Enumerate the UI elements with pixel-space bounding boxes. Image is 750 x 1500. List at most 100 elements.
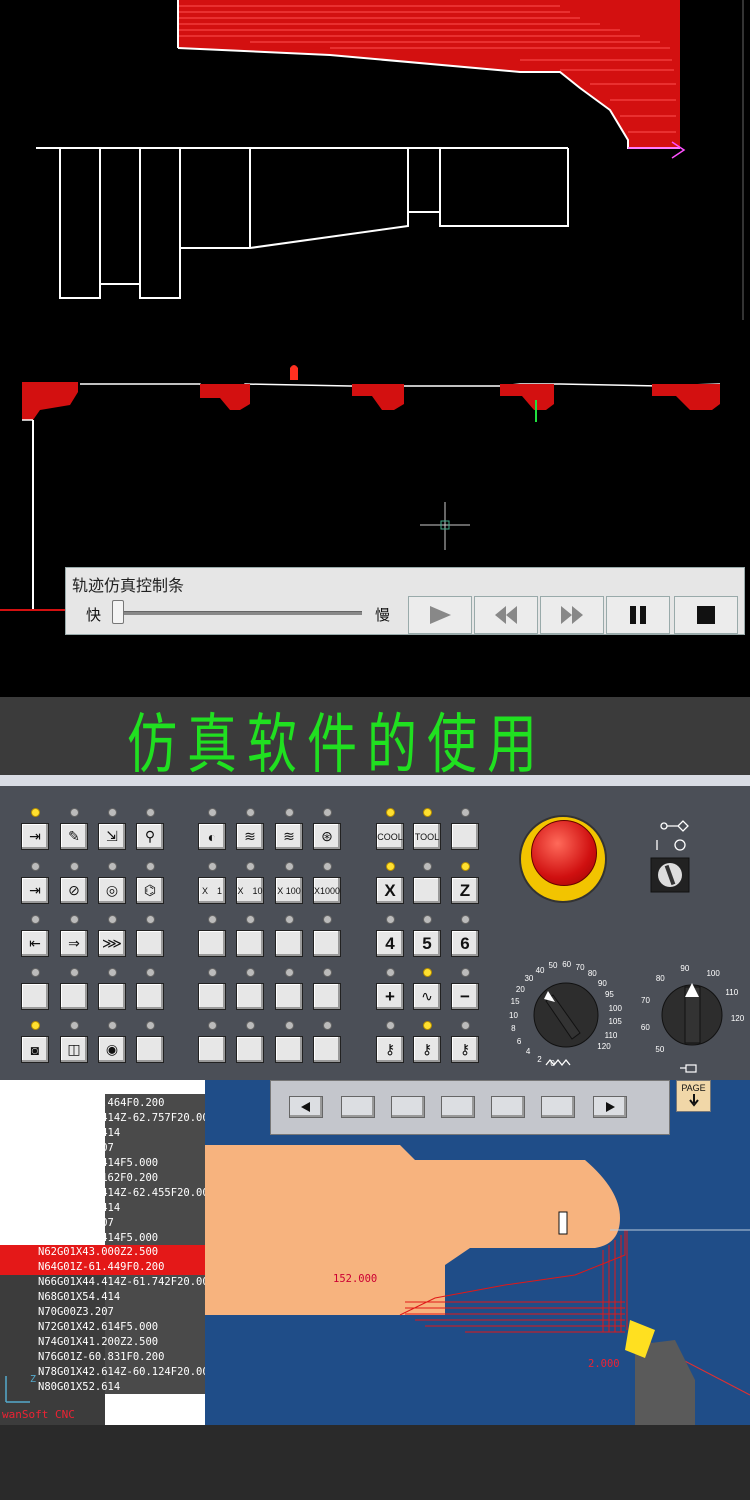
program-line[interactable]: N56G00Z3.207 <box>38 1217 114 1229</box>
stop-button[interactable] <box>674 596 738 634</box>
softkey-2[interactable] <box>391 1096 425 1118</box>
page-button[interactable]: PAGE <box>676 1080 711 1112</box>
panel-key-g0-r4-c2[interactable]: ◉ <box>98 1036 126 1063</box>
axis-x-button[interactable]: X <box>376 877 404 904</box>
program-line[interactable]: N64G01Z-61.449F0.200 <box>38 1261 164 1273</box>
fast-forward-button[interactable] <box>540 596 604 634</box>
panel-key-g1-r0-c3[interactable]: ⊛ <box>313 823 341 850</box>
edit-mode-icon: ✎ <box>68 828 80 844</box>
panel-key-g2-r0-c2[interactable] <box>451 823 479 850</box>
program-line[interactable]: N80G01X52.614 <box>38 1381 120 1393</box>
program-line[interactable]: N76G01Z-60.831F0.200 <box>38 1351 164 1363</box>
speed-slider-track[interactable] <box>114 611 362 615</box>
panel-key-g1-r3-c2[interactable] <box>275 983 303 1010</box>
panel-key-g2-r4-c0[interactable]: ⚷ <box>376 1036 404 1063</box>
program-line[interactable]: N54G00X47.414 <box>38 1202 120 1214</box>
panel-key-g1-r2-c0[interactable] <box>198 930 226 957</box>
program-line[interactable]: N78G01X42.614Z-60.124F20.000 <box>38 1366 205 1378</box>
pause-button[interactable] <box>606 596 670 634</box>
screen-bezel <box>270 1080 670 1135</box>
key-5-button[interactable]: 5 <box>413 930 441 957</box>
jog-plus-button[interactable]: + <box>376 983 404 1010</box>
panel-key-g0-r4-c3[interactable] <box>136 1036 164 1063</box>
panel-key-g0-r3-c0[interactable] <box>21 983 49 1010</box>
panel-key-g0-r3-c1[interactable] <box>60 983 88 1010</box>
panel-key-g2-r4-c1[interactable]: ⚷ <box>413 1036 441 1063</box>
panel-key-g1-r0-c2[interactable]: ≋ <box>275 823 303 850</box>
panel-key-g0-r1-c2[interactable]: ◎ <box>98 877 126 904</box>
program-line[interactable]: N44G00X48.414 <box>38 1127 120 1139</box>
panel-key-g0-r2-c0[interactable]: ⇤ <box>21 930 49 957</box>
program-line[interactable]: N74G01X41.200Z2.500 <box>38 1336 158 1348</box>
panel-key-g1-r4-c1[interactable] <box>236 1036 264 1063</box>
panel-key-g1-r2-c3[interactable] <box>313 930 341 957</box>
panel-key-g0-r2-c2[interactable]: ⋙ <box>98 930 126 957</box>
led-g1-r0-c0 <box>208 808 217 817</box>
panel-key-g1-r0-c0[interactable]: ◐ <box>198 823 226 850</box>
program-line[interactable]: N66G01X44.414Z-61.742F20.000 <box>38 1276 205 1288</box>
softkey-4[interactable] <box>491 1096 525 1118</box>
panel-key-g1-r0-c1[interactable]: ≋ <box>236 823 264 850</box>
speed-slider-thumb[interactable] <box>112 600 124 624</box>
panel-key-g0-r0-c3[interactable]: ⚲ <box>136 823 164 850</box>
panel-key-g0-r4-c1[interactable]: ◫ <box>60 1036 88 1063</box>
program-line[interactable]: N52G01X47.414Z-62.455F20.000 <box>38 1187 205 1199</box>
program-listing-panel: N38G01X47.000Z2.500 N40G01Z-62.464F0.200 N… <box>0 1080 205 1425</box>
feed-dial-tick: 40 <box>535 965 545 975</box>
step-x100-button[interactable]: X 100 <box>275 877 303 904</box>
panel-key-g1-r2-c2[interactable] <box>275 930 303 957</box>
softkey-1[interactable] <box>341 1096 375 1118</box>
play-button[interactable] <box>408 596 472 634</box>
step-x1-button[interactable]: X 1 <box>198 877 226 904</box>
panel-key-g0-r3-c2[interactable] <box>98 983 126 1010</box>
panel-key-g0-r2-c1[interactable]: ⇒ <box>60 930 88 957</box>
panel-key-g0-r2-c3[interactable] <box>136 930 164 957</box>
softkey-left[interactable] <box>289 1096 323 1118</box>
program-line[interactable]: N70G00Z3.207 <box>38 1306 114 1318</box>
program-line[interactable]: N48G01X43.414F5.000 <box>38 1157 158 1169</box>
panel-key-g1-r3-c0[interactable] <box>198 983 226 1010</box>
panel-key-g1-r4-c0[interactable] <box>198 1036 226 1063</box>
program-lock-switch[interactable] <box>648 818 698 896</box>
program-line[interactable]: N60G01X47.414F5.000 <box>38 1232 158 1244</box>
panel-key-g1-r2-c1[interactable] <box>236 930 264 957</box>
led-g0-r0-c1 <box>70 808 79 817</box>
rewind-button[interactable] <box>474 596 538 634</box>
panel-key-g1-r4-c2[interactable] <box>275 1036 303 1063</box>
panel-key-g0-r0-c2[interactable]: ⇲ <box>98 823 126 850</box>
program-line[interactable]: N68G01X54.414 <box>38 1291 120 1303</box>
panel-key-g0-r3-c3[interactable] <box>136 983 164 1010</box>
sim-control-title: 轨迹仿真控制条 <box>72 576 185 595</box>
panel-key-g1-r4-c3[interactable] <box>313 1036 341 1063</box>
jog-minus-button[interactable]: − <box>451 983 479 1010</box>
program-line[interactable]: N50G01X42.162F0.200 <box>38 1172 158 1184</box>
tool-change-button[interactable]: TOOL <box>413 823 441 850</box>
key-6-button[interactable]: 6 <box>451 930 479 957</box>
softkey-right[interactable] <box>593 1096 627 1118</box>
panel-key-g0-r4-c0[interactable]: ◙ <box>21 1036 49 1063</box>
panel-key-g2-r1-c1[interactable] <box>413 877 441 904</box>
axis-z-button[interactable]: Z <box>451 877 479 904</box>
panel-key-g1-r3-c3[interactable] <box>313 983 341 1010</box>
panel-key-g0-r0-c0[interactable]: ⇥ <box>21 823 49 850</box>
program-line[interactable]: N38G01X47.000Z2.500 <box>38 1082 158 1094</box>
key-4-button[interactable]: 4 <box>376 930 404 957</box>
panel-key-g0-r1-c1[interactable]: ⊘ <box>60 877 88 904</box>
step-x10-button[interactable]: X 10 <box>236 877 264 904</box>
step-x1000-button[interactable]: X1000 <box>313 877 341 904</box>
softkey-5[interactable] <box>541 1096 575 1118</box>
panel-key-g0-r1-c0[interactable]: ⇥ <box>21 877 49 904</box>
panel-key-g2-r3-c1[interactable]: ∿ <box>413 983 441 1010</box>
program-line[interactable]: N46G00Z3.207 <box>38 1142 114 1154</box>
coolant-button[interactable]: COOL <box>376 823 404 850</box>
program-line[interactable]: N40G01Z-62.464F0.200 <box>38 1097 164 1109</box>
program-line[interactable]: N42G01X48.414Z-62.757F20.000 <box>38 1112 205 1124</box>
panel-key-g1-r3-c1[interactable] <box>236 983 264 1010</box>
panel-key-g0-r0-c1[interactable]: ✎ <box>60 823 88 850</box>
program-line[interactable]: N62G01X43.000Z2.500 <box>38 1246 158 1258</box>
program-line[interactable]: N72G01X42.614F5.000 <box>38 1321 158 1333</box>
emergency-stop-button[interactable] <box>531 820 597 886</box>
softkey-3[interactable] <box>441 1096 475 1118</box>
panel-key-g0-r1-c3[interactable]: ⌬ <box>136 877 164 904</box>
panel-key-g2-r4-c2[interactable]: ⚷ <box>451 1036 479 1063</box>
